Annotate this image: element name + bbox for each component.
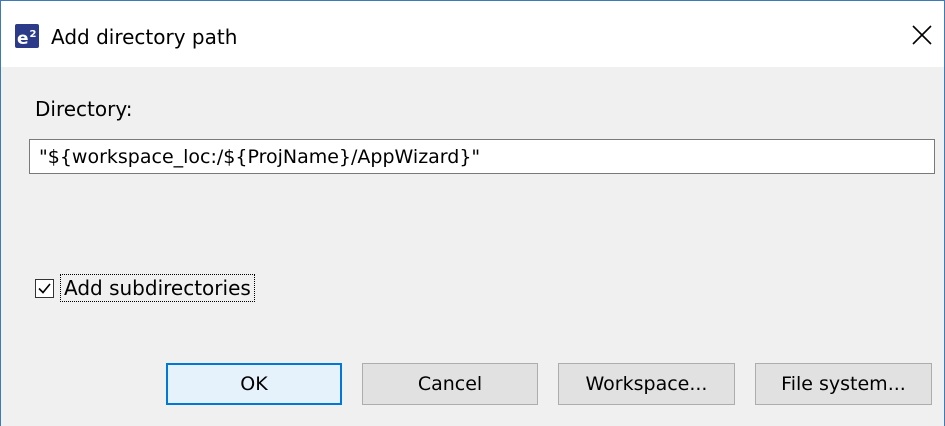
close-button[interactable] [902,15,942,55]
file-system-button[interactable]: File system... [755,363,932,405]
cancel-button[interactable]: Cancel [362,363,538,405]
add-subdirectories-label: Add subdirectories [60,274,255,302]
workspace-button[interactable]: Workspace... [558,363,735,405]
checkmark-icon [38,282,51,294]
directory-label: Directory: [35,97,133,121]
close-icon [912,25,932,45]
ok-button[interactable]: OK [166,363,342,405]
add-subdirectories-checkbox[interactable]: Add subdirectories [35,273,255,303]
checkbox-box[interactable] [35,278,54,298]
add-directory-path-dialog: e2 Add directory path Directory: Add sub… [0,0,945,426]
app-logo-icon: e2 [15,24,39,49]
title-bar[interactable]: e2 Add directory path [1,1,944,67]
dialog-title: Add directory path [51,25,238,49]
directory-input[interactable] [29,139,935,174]
